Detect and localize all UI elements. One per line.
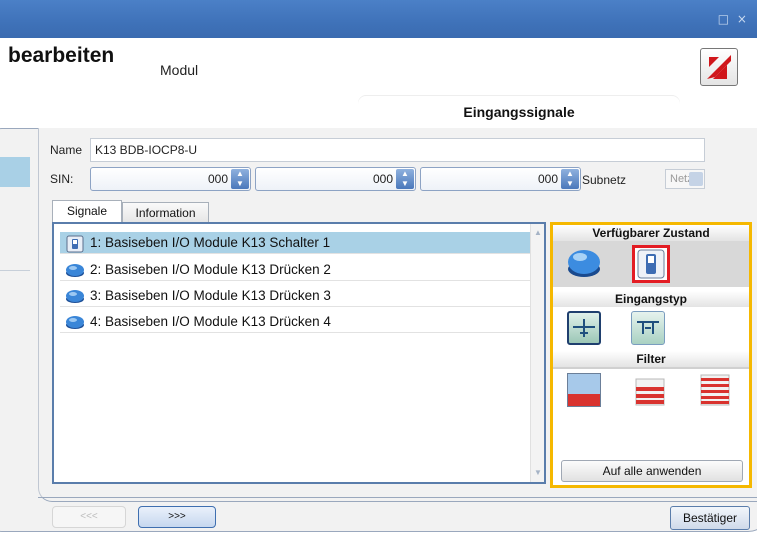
subnetz-label: Subnetz	[582, 173, 627, 187]
filter-divider	[553, 367, 749, 369]
list-item-label: 1: Basiseben I/O Module K13 Schalter 1	[90, 235, 331, 250]
next-button[interactable]: >>>	[138, 506, 216, 528]
scroll-up-icon[interactable]: ▲	[534, 228, 542, 237]
filter-none-icon[interactable]	[567, 373, 601, 407]
confirm-button[interactable]: Bestätiger	[670, 506, 750, 530]
page-subtitle: Modul	[160, 62, 199, 78]
push-button-icon	[65, 314, 85, 330]
filter-heading: Filter	[553, 351, 749, 367]
input-type-inverted-icon[interactable]	[631, 311, 665, 345]
sin-field-3[interactable]: 000 ▲ ▼	[420, 167, 581, 191]
scroll-down-icon[interactable]: ▼	[534, 468, 542, 477]
tab-signale[interactable]: Signale	[52, 200, 122, 223]
input-type-heading: Eingangstyp	[553, 291, 749, 307]
sin-field-1[interactable]: 000 ▲ ▼	[90, 167, 251, 191]
filter-medium-icon[interactable]	[633, 373, 667, 407]
push-button-icon	[65, 288, 85, 304]
sin-field-2[interactable]: 000 ▲ ▼	[255, 167, 416, 191]
available-state-heading: Verfügbarer Zustand	[553, 225, 749, 241]
input-type-normal-icon[interactable]	[567, 311, 601, 345]
spinner-icon[interactable]: ▲ ▼	[396, 169, 414, 189]
list-scrollbar[interactable]: ▲ ▼	[530, 224, 544, 482]
name-field[interactable]: K13 BDB-IOCP8-U	[90, 138, 705, 162]
spinner-icon[interactable]: ▲ ▼	[231, 169, 249, 189]
sin-label: SIN:	[50, 172, 74, 186]
list-item[interactable]: 2: Basiseben I/O Module K13 Drücken 2	[60, 259, 540, 281]
switch-icon[interactable]	[632, 245, 670, 283]
title-bar: □ ×	[0, 0, 757, 38]
list-item-label: 2: Basiseben I/O Module K13 Drücken 2	[90, 262, 331, 277]
apply-all-button[interactable]: Auf alle anwenden	[561, 460, 743, 482]
switch-icon	[65, 235, 85, 253]
state-panel: Verfügbarer Zustand Eingangstyp Filter A…	[550, 222, 752, 488]
filter-strong-icon[interactable]	[698, 373, 732, 407]
subnetz-select[interactable]: Netz 1	[665, 169, 705, 189]
sin-value-2: 000	[372, 172, 393, 186]
section-tab-inputs[interactable]: Eingangssignale	[358, 96, 680, 128]
previous-button[interactable]: <<<	[52, 506, 126, 528]
sidebar-selected-item[interactable]	[0, 157, 30, 187]
spinner-icon[interactable]: ▲ ▼	[561, 169, 579, 189]
push-button-icon[interactable]	[567, 247, 601, 281]
list-item-label: 4: Basiseben I/O Module K13 Drücken 4	[90, 314, 331, 329]
list-item[interactable]: 1: Basiseben I/O Module K13 Schalter 1	[60, 232, 540, 254]
list-item-label: 3: Basiseben I/O Module K13 Drücken 3	[90, 288, 331, 303]
name-label: Name	[50, 143, 83, 157]
tab-information[interactable]: Information	[122, 202, 209, 222]
sidebar-divider	[0, 270, 30, 271]
push-button-icon	[65, 262, 85, 278]
sin-value-3: 000	[537, 172, 558, 186]
list-item[interactable]: 4: Basiseben I/O Module K13 Drücken 4	[60, 311, 540, 333]
list-item[interactable]: 3: Basiseben I/O Module K13 Drücken 3	[60, 285, 540, 307]
signal-list[interactable]: 1: Basiseben I/O Module K13 Schalter 1 2…	[52, 222, 546, 484]
window-buttons[interactable]: □ ×	[718, 12, 749, 26]
sin-value-1: 000	[207, 172, 228, 186]
chevron-down-icon[interactable]	[689, 172, 703, 186]
page-title: bearbeiten	[8, 44, 115, 67]
footer-divider	[38, 497, 757, 498]
app-logo-icon[interactable]	[700, 48, 738, 86]
